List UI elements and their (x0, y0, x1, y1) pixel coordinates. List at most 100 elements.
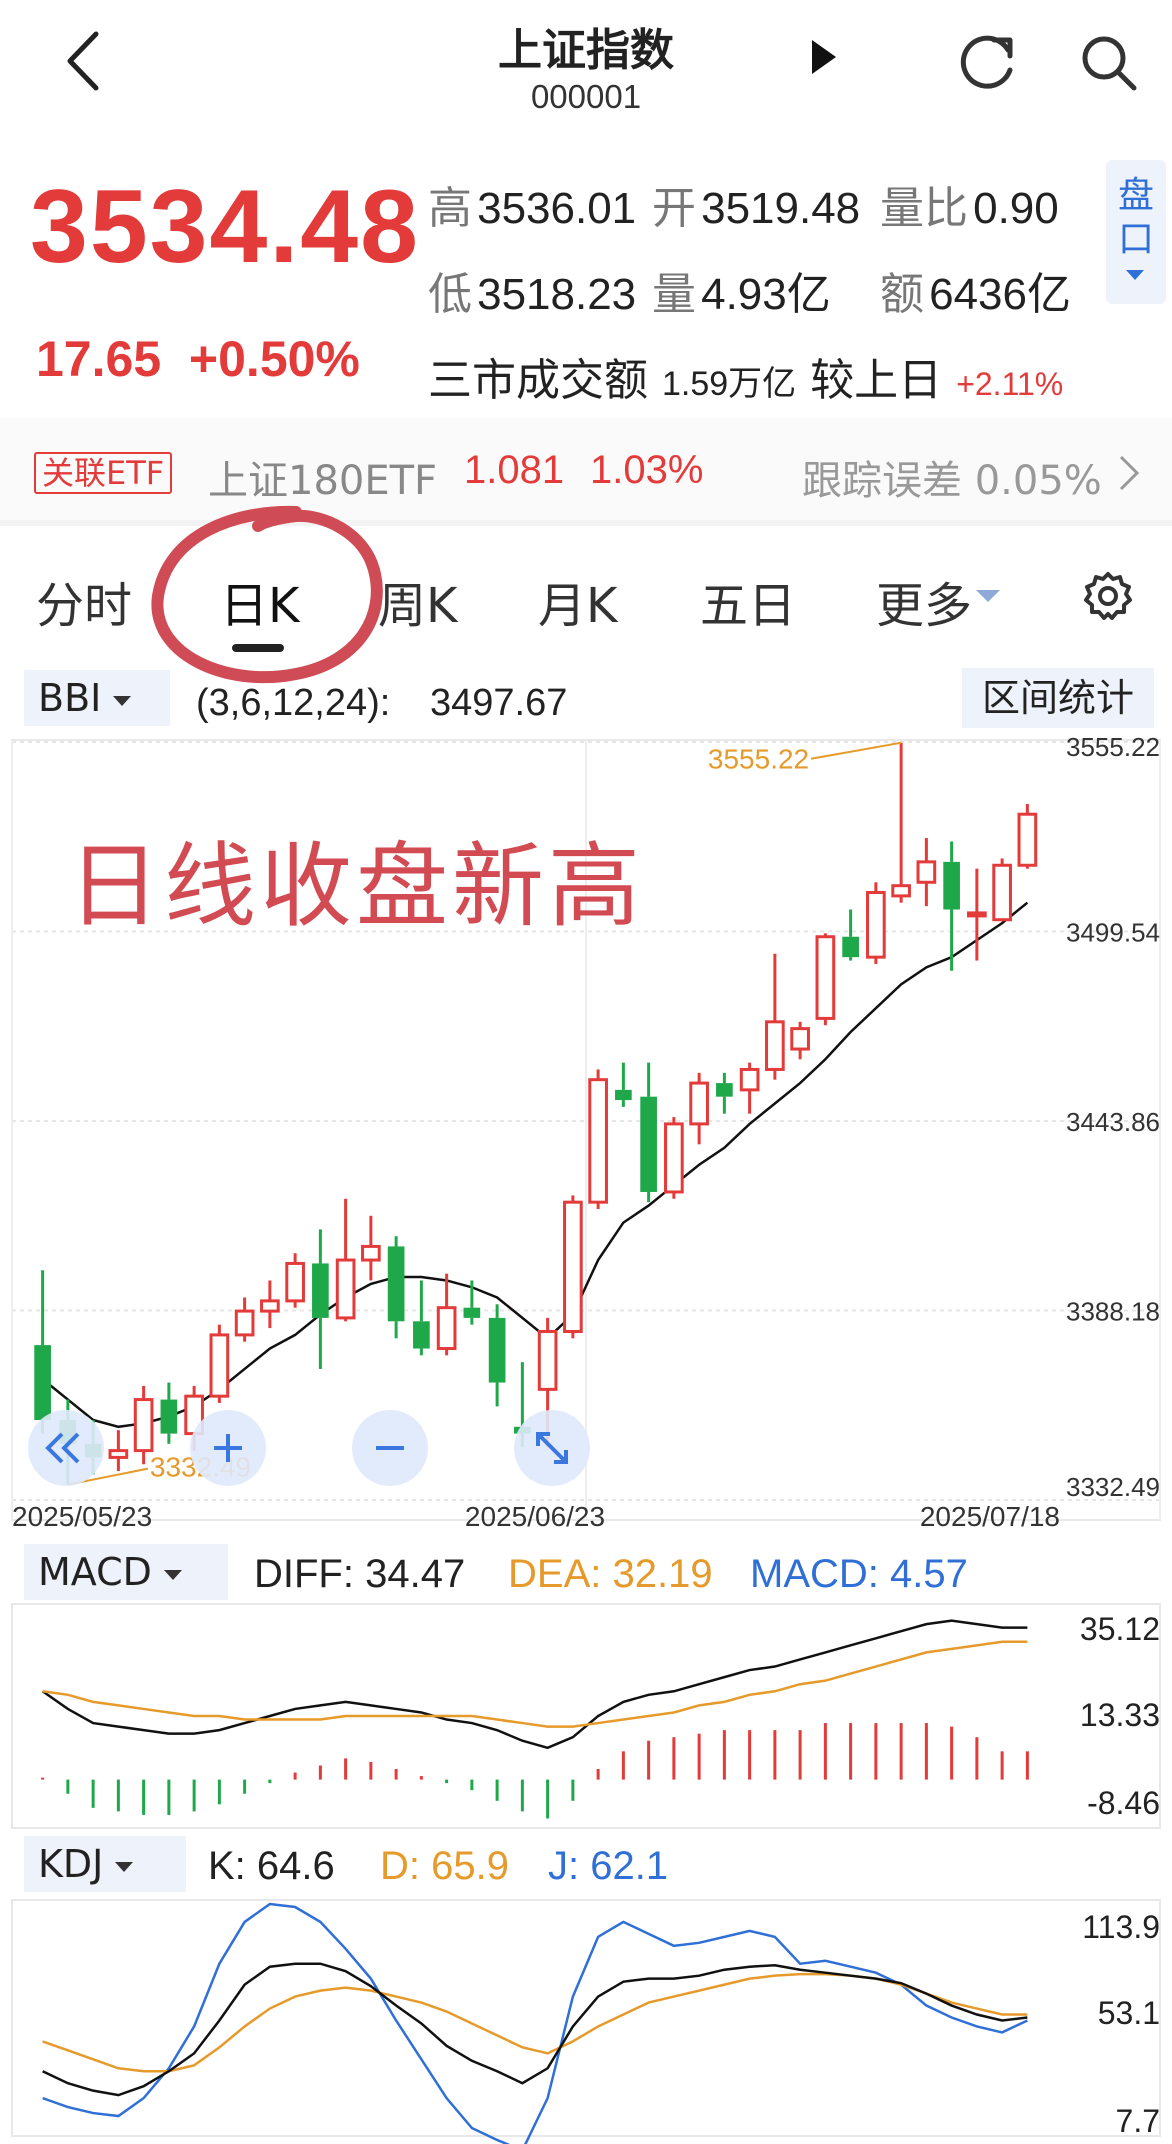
x-tick-label: 2025/07/18 (920, 1501, 1060, 1532)
candle (916, 838, 937, 907)
bbi-indicator-selector[interactable]: BBI (24, 670, 170, 726)
diff-line (41, 1619, 1028, 1750)
pankou-label: 盘口 (1117, 175, 1154, 260)
stat-volume-value: 4.93亿 (701, 270, 831, 319)
tab-more[interactable]: 更多 (876, 566, 972, 636)
candle (967, 868, 987, 961)
refresh-icon[interactable] (958, 30, 1020, 92)
candle (234, 1297, 255, 1342)
macd-chart: 35.12 13.33 -8.46 (11, 1603, 1161, 1829)
candle (615, 1062, 632, 1107)
stat-open-label: 开 (652, 183, 696, 234)
candle (866, 882, 886, 964)
bbi-name: BBI (38, 676, 102, 720)
pankou-button[interactable]: 盘口 (1106, 160, 1166, 304)
candle (640, 1062, 657, 1203)
stat-high-value: 3536.01 (477, 184, 637, 233)
search-icon[interactable] (1078, 32, 1138, 92)
candle (588, 1069, 608, 1209)
stat-vol-ratio: 量比 0.90 (880, 172, 1059, 236)
candle (387, 1236, 405, 1339)
stat-low: 低 3518.23 (428, 258, 636, 322)
y-tick-label: 3499.54 (1066, 918, 1160, 948)
kdj-k: K: 64.6 (208, 1844, 335, 1888)
macd-diff: DIFF: 34.47 (254, 1552, 466, 1596)
max-price-label: 3555.22 (708, 744, 809, 775)
y-tick-label: -8.46 (1087, 1785, 1160, 1821)
k-line (42, 1962, 1028, 2097)
chevron-right-icon (1119, 455, 1140, 491)
stat-volume-label: 量 (652, 269, 696, 320)
stat-low-label: 低 (428, 269, 472, 320)
zoom-in-button[interactable] (188, 1408, 268, 1488)
more-dropdown-icon (976, 590, 1000, 602)
candle (335, 1198, 356, 1322)
candle (992, 858, 1012, 922)
y-tick-label: 53.1 (1098, 1995, 1160, 2031)
fullscreen-button[interactable] (512, 1408, 592, 1488)
etf-tracking-error: 跟踪误差 0.05% (802, 458, 1102, 504)
macd-value: MACD: 4.57 (750, 1552, 968, 1596)
hand-drawn-circle-annotation (151, 505, 383, 684)
y-tick-label: 7.7 (1116, 2103, 1160, 2139)
y-tick-label: 3388.18 (1066, 1297, 1160, 1327)
tab-five-day[interactable]: 五日 (700, 566, 796, 636)
dea-line (42, 1640, 1028, 1728)
candle (361, 1215, 381, 1281)
bbi-line (41, 901, 1029, 1429)
price-change: 17.65 +0.50% (36, 330, 360, 388)
stat-amount-label: 额 (880, 269, 924, 320)
kdj-d: D: 65.9 (380, 1844, 509, 1888)
stat-amount: 额 6436亿 (880, 258, 1071, 322)
scroll-left-button[interactable] (26, 1408, 106, 1488)
market-turnover: 三市成交额 1.59万亿 较上日 +2.11% (428, 344, 1063, 408)
range-stats-button[interactable]: 区间统计 (962, 668, 1154, 728)
change-percent: +0.50% (188, 331, 360, 387)
etf-name: 上证180ETF (208, 458, 438, 504)
kdj-chart: 113.9 53.1 7.7 (11, 1899, 1161, 2144)
vs-prev-label: 较上日 (810, 355, 943, 406)
candle (943, 841, 960, 971)
macd-indicator-selector[interactable]: MACD (24, 1544, 228, 1600)
candle (209, 1324, 230, 1403)
zoom-out-button[interactable] (350, 1408, 430, 1488)
change-value: 17.65 (36, 331, 162, 387)
y-tick-label: 35.12 (1080, 1611, 1160, 1647)
candle (488, 1304, 506, 1407)
candle (1017, 804, 1038, 869)
stat-high-label: 高 (428, 183, 472, 234)
caret-down-icon (115, 1861, 134, 1872)
x-tick-label: 2025/05/23 (12, 1501, 152, 1532)
vs-prev-value: +2.11% (956, 366, 1064, 402)
candle (664, 1117, 684, 1199)
etf-price: 1.081 (464, 448, 565, 492)
current-price: 3534.48 (30, 169, 420, 285)
next-play-icon[interactable] (812, 40, 836, 74)
kdj-j: J: 62.1 (548, 1844, 669, 1888)
candle (790, 1021, 810, 1060)
kdj-name: KDJ (38, 1842, 104, 1886)
turnover-value: 1.59万亿 (662, 365, 797, 403)
tab-monthly-k[interactable]: 月K (538, 566, 617, 636)
candle (891, 742, 911, 903)
pankou-dropdown-icon (1126, 270, 1144, 280)
caret-down-icon (113, 695, 132, 706)
gear-icon[interactable] (1082, 570, 1134, 622)
candle (312, 1229, 329, 1369)
candle (463, 1280, 481, 1325)
etf-tag: 关联ETF (34, 452, 173, 494)
tab-fenshi[interactable]: 分时 (36, 566, 132, 636)
x-tick-label: 2025/06/23 (465, 1501, 605, 1532)
candle (413, 1280, 430, 1356)
kdj-indicator-selector[interactable]: KDJ (24, 1836, 186, 1892)
candle (815, 933, 836, 1026)
annotation-text: 日线收盘新高 (68, 833, 645, 940)
stat-high: 高 3536.01 (428, 172, 636, 236)
y-tick-label: 13.33 (1080, 1697, 1160, 1733)
candle (436, 1273, 457, 1356)
candle (739, 1062, 760, 1114)
candle (765, 953, 785, 1080)
y-tick-label: 3332.49 (1066, 1472, 1160, 1502)
j-line (42, 1902, 1028, 2144)
candle (260, 1280, 280, 1329)
